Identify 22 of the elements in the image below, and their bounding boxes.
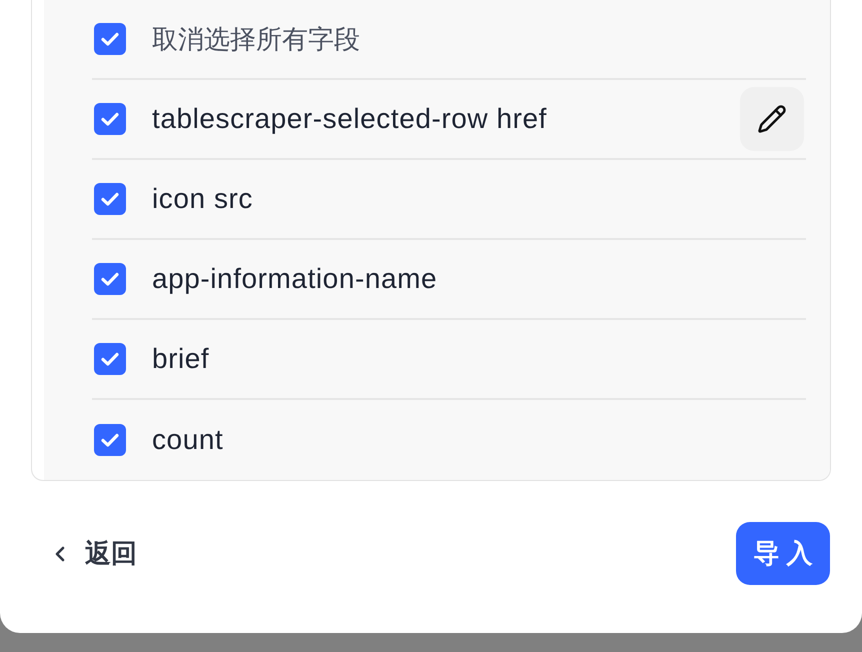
select-all-label: 取消选择所有字段: [152, 22, 360, 56]
checkmark-icon: [101, 352, 119, 366]
checkbox[interactable]: [94, 183, 126, 215]
field-name: icon src: [152, 182, 254, 216]
field-name: app-information-name: [152, 262, 438, 296]
checkbox[interactable]: [94, 343, 126, 375]
field-name: brief: [152, 342, 210, 376]
field-name: tablescraper-selected-row href: [152, 102, 548, 136]
back-button[interactable]: 返回: [48, 534, 137, 573]
checkmark-icon: [101, 112, 119, 126]
checkbox[interactable]: [94, 23, 126, 55]
checkmark-icon: [101, 272, 119, 286]
field-name: count: [152, 423, 224, 457]
checkmark-icon: [101, 192, 119, 206]
import-button[interactable]: 导 入: [736, 522, 830, 585]
checkmark-icon: [101, 433, 119, 447]
checkbox[interactable]: [94, 263, 126, 295]
edit-button[interactable]: [740, 87, 804, 151]
checkbox[interactable]: [94, 424, 126, 456]
checkmark-icon: [101, 32, 119, 46]
checkbox[interactable]: [94, 103, 126, 135]
pencil-icon: [757, 104, 787, 134]
